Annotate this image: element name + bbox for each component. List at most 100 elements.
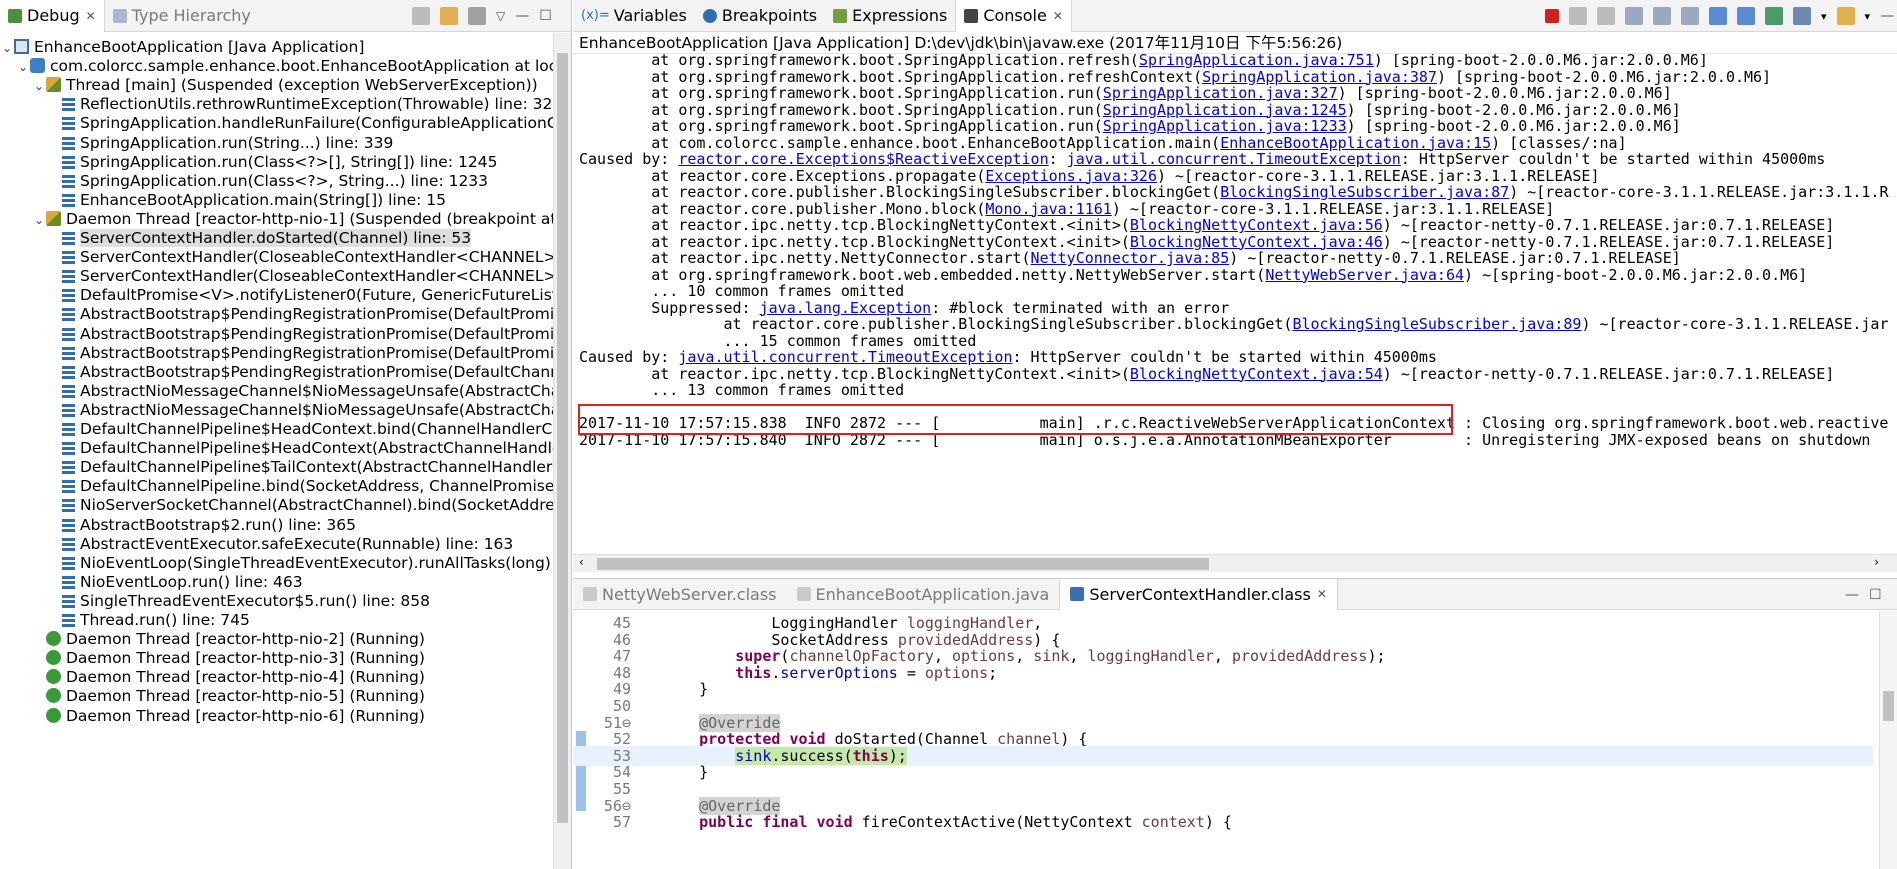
maximize-icon[interactable]: ☐ <box>1869 587 1882 603</box>
tree-item-label: DefaultChannelPipeline$HeadContext(Abstr… <box>80 439 568 458</box>
class-file-icon <box>1070 587 1085 601</box>
close-icon[interactable]: ✕ <box>86 9 96 23</box>
console-toolbar: ▾ ▾ — <box>1545 0 1894 32</box>
tree-item-label: ServerContextHandler.doStarted(Channel) … <box>80 229 472 247</box>
tab-variables[interactable]: (x)= Variables <box>573 0 695 32</box>
stack-frame-icon <box>62 537 75 551</box>
stack-frame-icon <box>62 480 75 494</box>
show-on-stderr-icon[interactable] <box>1737 7 1755 25</box>
console-text: ... 13 common frames omitted <box>651 381 905 399</box>
java-file-icon <box>796 587 811 601</box>
tree-item-label: Thread [main] (Suspended (exception WebS… <box>66 76 538 95</box>
stack-frame-icon <box>62 251 75 265</box>
breakpoints-icon <box>702 8 717 23</box>
code-line[interactable]: 57 public final void fireContextActive(N… <box>573 812 1873 832</box>
tab-label: EnhanceBootApplication.java <box>815 584 1050 604</box>
stack-frame-icon <box>62 193 75 207</box>
expressions-icon <box>833 8 848 23</box>
close-icon[interactable]: ✕ <box>1317 587 1327 601</box>
tab-breakpoints[interactable]: Breakpoints <box>695 0 825 32</box>
stack-frame-icon <box>62 270 75 284</box>
remove-terminated-icon[interactable] <box>412 7 430 25</box>
tree-item-label: AbstractBootstrap$PendingRegistrationPro… <box>80 324 563 343</box>
stack-frame-icon <box>62 155 75 169</box>
remove-all-terminated-icon[interactable] <box>1597 7 1615 25</box>
tree-item-label: SingleThreadEventExecutor$5.run() line: … <box>80 591 430 610</box>
tree-item-label: AbstractNioMessageChannel$NioMessageUnsa… <box>80 381 561 400</box>
tab-nettywebserver-class[interactable]: NettyWebServer.class <box>573 579 787 610</box>
tab-expressions[interactable]: Expressions <box>825 0 955 32</box>
step-filter-icon[interactable] <box>440 7 458 25</box>
debug-tree-scrollbar[interactable] <box>553 33 571 869</box>
stack-frame-icon <box>62 499 75 513</box>
scroll-lock-icon[interactable] <box>1653 7 1671 25</box>
minimize-icon[interactable]: — <box>515 8 529 24</box>
terminate-icon[interactable] <box>1545 9 1559 23</box>
tab-type-hierarchy[interactable]: Type Hierarchy <box>105 0 259 32</box>
minimize-icon[interactable]: — <box>1845 587 1859 603</box>
variables-icon: (x)= <box>581 8 610 23</box>
console-process-label: EnhanceBootApplication [Java Application… <box>573 32 1897 54</box>
tab-debug[interactable]: Debug ✕ <box>0 0 105 32</box>
close-icon[interactable]: ✕ <box>1053 9 1063 23</box>
tree-item-label: SpringApplication.run(Class<?>[], String… <box>80 152 498 171</box>
scrollbar-thumb[interactable] <box>557 53 568 823</box>
tab-label: ServerContextHandler.class <box>1089 584 1311 604</box>
tab-type-hierarchy-label: Type Hierarchy <box>131 6 251 25</box>
console-output[interactable]: at org.springframework.boot.SpringApplic… <box>573 54 1897 554</box>
open-console-icon[interactable] <box>1836 7 1855 25</box>
show-on-stdout-icon[interactable] <box>1709 7 1727 25</box>
type-hierarchy-icon <box>112 8 127 23</box>
stack-trace-link[interactable]: BlockingNettyContext.java:54 <box>1130 365 1383 383</box>
thread-item[interactable]: Daemon Thread [reactor-http-nio-6] (Runn… <box>0 705 552 728</box>
collapse-all-icon[interactable] <box>468 7 486 25</box>
code-editor[interactable]: 45 LoggingHandler loggingHandler, 46 Sock… <box>573 611 1897 869</box>
tree-item-label: com.colorcc.sample.enhance.boot.EnhanceB… <box>50 57 572 76</box>
scroll-right-icon[interactable]: › <box>1874 555 1879 569</box>
scrollbar-thumb[interactable] <box>597 558 1209 570</box>
console-horizontal-scrollbar[interactable]: ‹ › <box>573 554 1897 572</box>
stack-trace-link[interactable]: NettyWebServer.java:64 <box>1265 266 1464 284</box>
editor-vertical-scrollbar[interactable] <box>1879 611 1897 869</box>
stack-frame-icon <box>62 614 75 627</box>
stack-frame-icon <box>62 442 75 456</box>
word-wrap-icon[interactable] <box>1681 7 1699 25</box>
jvm-process-icon <box>30 58 45 74</box>
chevron-down-icon[interactable]: ▾ <box>1865 10 1871 23</box>
stack-frame-icon <box>62 98 75 112</box>
tree-item-label: AbstractBootstrap$PendingRegistrationPro… <box>80 362 560 381</box>
tab-enhancebootapplication-java[interactable]: EnhanceBootApplication.java <box>787 579 1060 610</box>
chevron-down-icon[interactable]: ▾ <box>1821 10 1827 23</box>
tree-item-label: AbstractBootstrap$2.run() line: 365 <box>80 515 357 534</box>
tree-item-label: ServerContextHandler(CloseableContextHan… <box>80 267 563 286</box>
stack-frame-icon <box>62 594 75 608</box>
maximize-icon[interactable]: ☐ <box>539 8 552 24</box>
view-menu-icon[interactable]: ▽ <box>496 9 505 23</box>
stack-trace-link[interactable]: BlockingSingleSubscriber.java:89 <box>1292 315 1581 333</box>
tree-item-label: AbstractNioMessageChannel$NioMessageUnsa… <box>80 400 561 419</box>
stack-frame-icon <box>62 365 75 379</box>
tree-item-label: AbstractBootstrap$PendingRegistrationPro… <box>80 343 563 362</box>
stack-frame-icon <box>62 136 75 150</box>
console-view-tabs: (x)= Variables Breakpoints Expressions C… <box>573 0 1897 32</box>
console-view: (x)= Variables Breakpoints Expressions C… <box>573 0 1897 578</box>
display-console-icon[interactable] <box>1793 7 1811 25</box>
tab-debug-label: Debug <box>27 6 80 25</box>
tree-item-label: NioEventLoop(SingleThreadEventExecutor).… <box>80 553 565 572</box>
scroll-left-icon[interactable]: ‹ <box>579 555 584 569</box>
tree-item-label: EnhanceBootApplication.main(String[]) li… <box>80 190 446 209</box>
stack-frame-icon <box>62 308 75 322</box>
tab-servercontexthandler-class[interactable]: ServerContextHandler.class ✕ <box>1059 578 1338 610</box>
scrollbar-thumb[interactable] <box>1883 691 1894 721</box>
tab-label: NettyWebServer.class <box>602 584 777 604</box>
minimize-icon[interactable]: — <box>1880 8 1894 24</box>
tree-item-label: AbstractEventExecutor.safeExecute(Runnab… <box>80 534 514 553</box>
tab-console[interactable]: Console ✕ <box>955 0 1072 32</box>
stack-frame-icon <box>62 232 75 245</box>
tree-item-label: ServerContextHandler(CloseableContextHan… <box>80 248 563 267</box>
clear-console-icon[interactable] <box>1625 7 1643 25</box>
tab-breakpoints-label: Breakpoints <box>721 6 818 25</box>
remove-launch-icon[interactable] <box>1569 7 1587 25</box>
tab-console-label: Console <box>983 6 1047 25</box>
pin-console-icon[interactable] <box>1765 7 1783 25</box>
